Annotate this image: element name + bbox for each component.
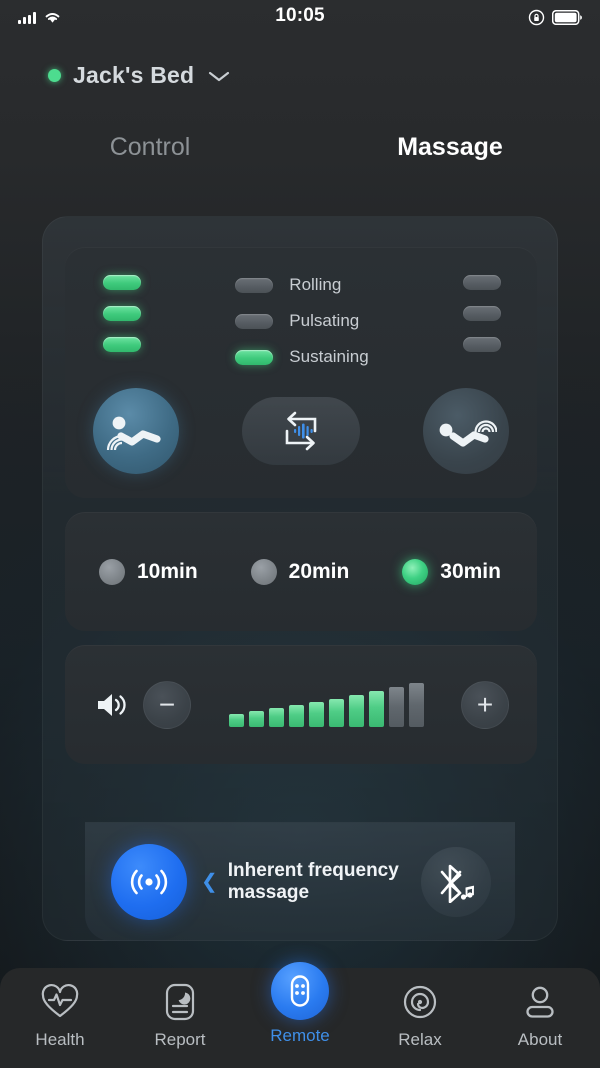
inherent-frequency-bar: ❮ Inherent frequency massage xyxy=(85,822,515,941)
intensity-level-bars[interactable] xyxy=(205,682,447,727)
mode-toggle-rolling[interactable] xyxy=(235,277,274,293)
intensity-panel: − + xyxy=(65,645,537,764)
left-indicator-column xyxy=(103,275,141,352)
intensity-bar-3[interactable] xyxy=(268,707,284,727)
tab-massage[interactable]: Massage xyxy=(300,133,600,162)
timer-option-10min[interactable]: 10min xyxy=(99,558,198,585)
device-selector[interactable]: Jack's Bed xyxy=(0,62,600,89)
plus-icon: + xyxy=(476,688,494,720)
sleep-report-icon xyxy=(162,980,198,1024)
volume-icon xyxy=(98,693,126,716)
timer-label-30min: 30min xyxy=(440,559,501,583)
right-indicator-1[interactable] xyxy=(462,275,501,290)
status-bar: 10:05 xyxy=(0,0,600,34)
status-bar-clock: 10:05 xyxy=(275,5,325,26)
frequency-label: Inherent frequency massage xyxy=(227,860,399,903)
nav-item-relax[interactable]: Relax xyxy=(364,980,476,1050)
massage-card: Rolling Pulsating Sustaining 10min 20min… xyxy=(42,216,558,941)
intensity-increase-button[interactable]: + xyxy=(461,680,509,729)
nav-item-about[interactable]: About xyxy=(484,980,596,1050)
bottom-navigation: Health Report Remote Relax About xyxy=(0,962,600,1068)
nav-label-remote: Remote xyxy=(270,1026,330,1045)
app-screen: 10:05 Jack's Bed Control Massage Rolling… xyxy=(0,0,600,1068)
intensity-bar-10[interactable] xyxy=(408,682,424,727)
timer-label-20min: 20min xyxy=(288,559,350,583)
massage-zone-buttons xyxy=(65,387,537,475)
timer-radio-20min[interactable] xyxy=(250,558,277,585)
broadcast-button[interactable] xyxy=(111,844,187,920)
minus-icon: − xyxy=(158,688,176,720)
mode-label-sustaining: Sustaining xyxy=(289,347,369,366)
mode-toggle-sustaining[interactable] xyxy=(235,349,274,365)
nav-item-report[interactable]: Report xyxy=(124,980,236,1050)
nav-label-about: About xyxy=(517,1030,563,1049)
intensity-bar-4[interactable] xyxy=(288,704,304,727)
sync-loop-button[interactable] xyxy=(242,397,360,465)
mode-list: Rolling Pulsating Sustaining xyxy=(235,275,369,367)
spiral-target-icon xyxy=(401,980,439,1024)
timer-option-20min[interactable]: 20min xyxy=(250,558,350,585)
timer-radio-30min[interactable] xyxy=(402,558,429,585)
nav-item-health[interactable]: Health xyxy=(4,980,116,1050)
mode-label-rolling: Rolling xyxy=(289,275,342,294)
intensity-bar-7[interactable] xyxy=(348,694,364,727)
foot-massage-icon xyxy=(439,420,497,447)
intensity-bar-8[interactable] xyxy=(368,690,384,727)
massage-modes-panel: Rolling Pulsating Sustaining xyxy=(65,247,537,498)
intensity-bar-2[interactable] xyxy=(248,710,264,727)
mode-row-sustaining[interactable]: Sustaining xyxy=(235,347,369,367)
head-massage-icon xyxy=(106,416,161,451)
bluetooth-music-icon xyxy=(440,864,474,903)
foot-massage-button[interactable] xyxy=(423,388,509,474)
tab-control[interactable]: Control xyxy=(0,133,300,162)
intensity-decrease-button[interactable]: − xyxy=(143,680,191,729)
head-massage-button[interactable] xyxy=(93,388,179,474)
remote-control-icon[interactable] xyxy=(271,962,329,1020)
chevron-left-icon[interactable]: ❮ xyxy=(201,872,218,892)
intensity-controls: − + xyxy=(65,645,537,764)
intensity-bar-9[interactable] xyxy=(388,686,404,727)
timer-options: 10min 20min 30min xyxy=(65,512,537,631)
broadcast-wave-icon xyxy=(130,869,168,895)
timer-option-30min[interactable]: 30min xyxy=(402,558,501,585)
person-icon xyxy=(522,980,558,1024)
mode-toggle-pulsating[interactable] xyxy=(235,313,274,329)
nav-label-report: Report xyxy=(154,1030,206,1049)
left-indicator-2[interactable] xyxy=(103,306,141,321)
nav-item-remote[interactable]: Remote xyxy=(244,962,356,1046)
right-indicator-column xyxy=(462,275,501,352)
mode-row-rolling[interactable]: Rolling xyxy=(235,275,368,295)
mode-label-pulsating: Pulsating xyxy=(289,311,360,330)
intensity-bar-5[interactable] xyxy=(308,701,324,727)
right-indicator-3[interactable] xyxy=(462,337,501,352)
timer-label-10min: 10min xyxy=(137,559,198,583)
nav-label-health: Health xyxy=(35,1030,85,1049)
heart-pulse-icon xyxy=(40,980,80,1024)
device-status-dot xyxy=(48,69,61,82)
mode-indicator-grid: Rolling Pulsating Sustaining xyxy=(65,275,537,367)
bluetooth-music-button[interactable] xyxy=(421,847,491,917)
right-indicator-2[interactable] xyxy=(462,306,501,321)
timer-panel: 10min 20min 30min xyxy=(65,512,537,631)
chevron-down-icon[interactable] xyxy=(206,68,232,84)
frequency-label-group[interactable]: ❮ Inherent frequency massage xyxy=(187,860,421,904)
intensity-bar-6[interactable] xyxy=(328,698,344,727)
nav-label-relax: Relax xyxy=(398,1030,442,1049)
device-name-label: Jack's Bed xyxy=(73,62,195,88)
timer-radio-10min[interactable] xyxy=(99,558,125,585)
mode-row-pulsating[interactable]: Pulsating xyxy=(235,311,368,331)
left-indicator-1[interactable] xyxy=(103,275,141,290)
sync-wave-loop-icon xyxy=(285,411,317,451)
left-indicator-3[interactable] xyxy=(103,337,141,352)
intensity-bar-1[interactable] xyxy=(228,713,244,727)
tab-bar: Control Massage xyxy=(0,133,600,162)
